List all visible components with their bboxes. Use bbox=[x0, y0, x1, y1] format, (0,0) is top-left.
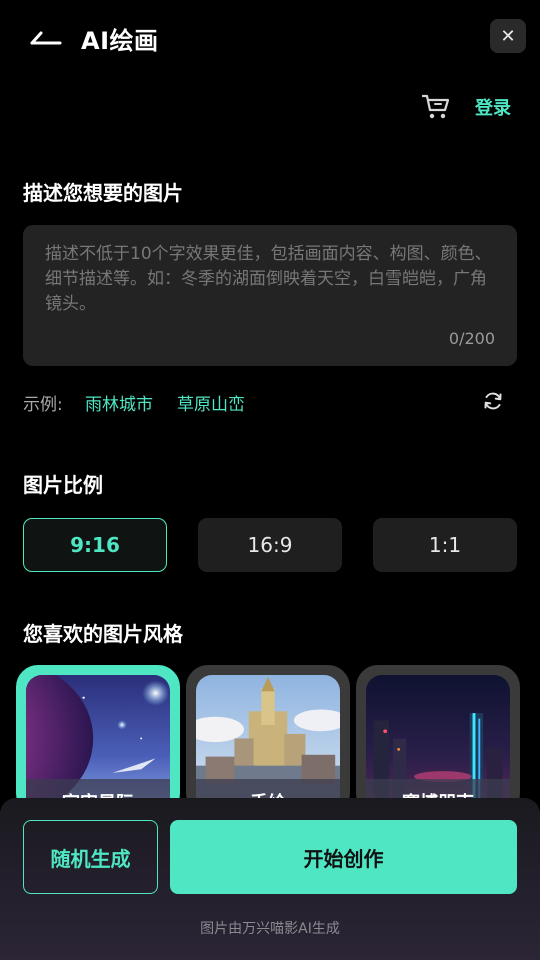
back-button[interactable] bbox=[26, 24, 66, 52]
ratio-option-1-1[interactable]: 1:1 bbox=[373, 518, 517, 572]
prompt-heading: 描述您想要的图片 bbox=[23, 181, 183, 205]
cart-icon bbox=[421, 94, 450, 119]
ratio-option-16-9[interactable]: 16:9 bbox=[198, 518, 342, 572]
style-card-handdrawn[interactable]: 手绘 bbox=[186, 665, 350, 815]
login-link[interactable]: 登录 bbox=[475, 94, 511, 120]
page-title: AI绘画 bbox=[81, 27, 159, 55]
close-icon: ✕ bbox=[500, 25, 516, 47]
refresh-examples-button[interactable] bbox=[481, 389, 505, 413]
random-generate-button[interactable]: 随机生成 bbox=[23, 820, 158, 894]
prompt-box: 0/200 bbox=[23, 225, 517, 366]
back-arrow-icon bbox=[30, 31, 62, 45]
close-button[interactable]: ✕ bbox=[490, 19, 526, 53]
style-card-space[interactable]: 宇宙星际 bbox=[16, 665, 180, 815]
style-card-cyberpunk[interactable]: 赛博朋克 bbox=[356, 665, 520, 815]
examples-label: 示例: bbox=[23, 395, 63, 415]
start-create-button[interactable]: 开始创作 bbox=[170, 820, 517, 894]
cart-button[interactable] bbox=[420, 92, 452, 122]
refresh-icon bbox=[484, 392, 502, 410]
footer-note: 图片由万兴喵影AI生成 bbox=[200, 921, 340, 937]
char-count: 0/200 bbox=[448, 329, 495, 348]
style-heading: 您喜欢的图片风格 bbox=[23, 622, 183, 646]
prompt-input[interactable] bbox=[45, 242, 497, 322]
ratio-heading: 图片比例 bbox=[23, 473, 103, 497]
ratio-option-9-16[interactable]: 9:16 bbox=[23, 518, 167, 572]
example-rainforest-city[interactable]: 雨林城市 bbox=[85, 390, 153, 415]
example-grassland-mountains[interactable]: 草原山峦 bbox=[177, 390, 245, 415]
